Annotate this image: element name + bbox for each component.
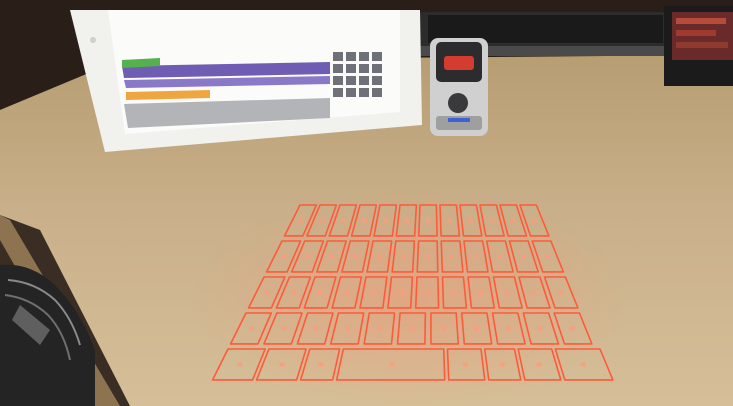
laser-key-glyph <box>504 290 510 295</box>
laser-key-glyph <box>473 326 479 331</box>
laser-key-glyph <box>319 218 325 223</box>
laser-key-glyph <box>467 218 473 223</box>
laser-key-glyph <box>383 218 389 223</box>
laser-key-glyph <box>340 218 346 223</box>
laser-key-glyph <box>353 254 359 259</box>
laser-key-glyph <box>264 290 270 295</box>
laser-key-glyph <box>531 218 537 223</box>
laser-key-glyph <box>281 326 287 331</box>
laser-key-glyph <box>377 254 383 259</box>
projector-device <box>430 38 488 136</box>
laser-key-glyph <box>425 254 431 259</box>
laser-key-glyph <box>489 218 495 223</box>
laser-key-glyph <box>536 362 542 367</box>
laser-key-glyph <box>580 362 586 367</box>
laser-key-glyph <box>313 326 319 331</box>
laser-key-glyph <box>424 290 430 295</box>
laser-key-glyph <box>446 218 452 223</box>
laser-key-glyph <box>570 326 576 331</box>
laser-key-glyph <box>389 362 395 367</box>
laser-key-glyph <box>409 326 415 331</box>
laser-key-glyph <box>298 218 304 223</box>
photo-frame <box>0 0 733 406</box>
laser-key-glyph <box>449 254 455 259</box>
laser-key-glyph <box>404 218 410 223</box>
photo-scene <box>0 0 733 406</box>
laser-key-glyph <box>451 290 457 295</box>
laser-key-glyph <box>318 362 324 367</box>
laser-key-glyph <box>329 254 335 259</box>
laser-key-glyph <box>531 290 537 295</box>
laser-key-glyph <box>496 254 502 259</box>
laser-key-glyph <box>305 254 311 259</box>
laser-key-glyph <box>544 254 550 259</box>
laser-key-glyph <box>237 362 243 367</box>
laser-key-glyph <box>520 254 526 259</box>
laser-key-glyph <box>510 218 516 223</box>
laser-key-glyph <box>371 290 377 295</box>
screen-right <box>664 6 733 86</box>
laser-key-glyph <box>291 290 297 295</box>
laser-key-glyph <box>345 326 351 331</box>
laser-key-glyph <box>499 362 505 367</box>
laser-key-glyph <box>377 326 383 331</box>
laser-key-glyph <box>473 254 479 259</box>
laser-key-glyph <box>318 290 324 295</box>
laser-key-glyph <box>279 362 285 367</box>
laser-key-glyph <box>478 290 484 295</box>
laser-key-glyph <box>281 254 287 259</box>
laser-key-glyph <box>361 218 367 223</box>
laser-key-glyph <box>441 326 447 331</box>
laser-key-glyph <box>344 290 350 295</box>
laser-key-glyph <box>505 326 511 331</box>
laser-key-glyph <box>462 362 468 367</box>
laser-key-glyph <box>558 290 564 295</box>
laser-key-glyph <box>401 254 407 259</box>
laser-key-glyph <box>248 326 254 331</box>
laser-key-glyph <box>537 326 543 331</box>
tablet-camera <box>90 37 96 43</box>
laser-key-glyph <box>398 290 404 295</box>
laser-key-glyph <box>425 218 431 223</box>
